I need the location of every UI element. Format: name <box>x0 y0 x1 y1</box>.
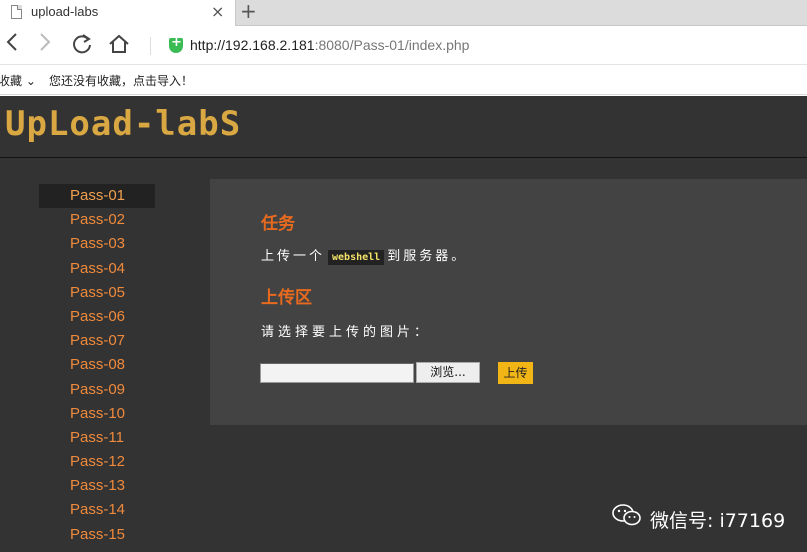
sidebar-item-pass-13[interactable]: Pass-13 <box>39 474 155 498</box>
back-icon[interactable] <box>5 31 19 59</box>
task-description: 上传一个 webshell 到服务器。 <box>261 245 467 265</box>
home-icon[interactable] <box>108 33 130 60</box>
task-text-after: 到服务器。 <box>387 249 468 264</box>
tab-close-icon[interactable]: × <box>211 2 224 21</box>
url-path: :8080/Pass-01/index.php <box>314 37 470 53</box>
site-header: UpLoad-labS <box>0 96 807 158</box>
sidebar-item-pass-15[interactable]: Pass-15 <box>39 523 155 547</box>
sidebar-item-pass-08[interactable]: Pass-08 <box>39 353 155 377</box>
sidebar-item-pass-06[interactable]: Pass-06 <box>39 305 155 329</box>
task-heading: 任务 <box>261 214 295 234</box>
bookmarks-menu[interactable]: 收藏 ⌄ <box>0 72 36 89</box>
upload-heading: 上传区 <box>261 288 312 308</box>
sidebar-item-pass-07[interactable]: Pass-07 <box>39 329 155 353</box>
tab-upload-labs[interactable]: upload-labs × <box>0 0 236 26</box>
sidebar-item-pass-10[interactable]: Pass-10 <box>39 402 155 426</box>
nav-divider <box>150 37 151 55</box>
forward-icon[interactable] <box>38 31 52 59</box>
page-content: UpLoad-labS Pass-01 Pass-02 Pass-03 Pass… <box>0 96 807 552</box>
url-host: http://192.168.2.181 <box>190 37 315 53</box>
sidebar-item-pass-12[interactable]: Pass-12 <box>39 450 155 474</box>
sidebar-item-pass-04[interactable]: Pass-04 <box>39 257 155 281</box>
sidebar: Pass-01 Pass-02 Pass-03 Pass-04 Pass-05 … <box>39 184 155 547</box>
browse-button[interactable]: 浏览... <box>416 362 480 383</box>
sidebar-item-pass-09[interactable]: Pass-09 <box>39 378 155 402</box>
file-path-field[interactable] <box>260 363 414 383</box>
address-bar[interactable]: http://192.168.2.181:8080/Pass-01/index.… <box>190 37 469 53</box>
sidebar-item-pass-01[interactable]: Pass-01 <box>39 184 155 209</box>
new-tab-icon[interactable]: + <box>240 0 257 23</box>
tab-bar: upload-labs × + <box>0 0 807 26</box>
bookmarks-import-hint[interactable]: 您还没有收藏，点击导入！ <box>49 72 193 89</box>
wechat-watermark: 微信号: i77169 <box>650 510 786 532</box>
bookmarks-label: 收藏 <box>0 74 23 88</box>
site-logo[interactable]: UpLoad-labS <box>5 104 241 144</box>
bookmarks-bar: 收藏 ⌄ 您还没有收藏，点击导入！ <box>0 66 807 95</box>
tab-title: upload-labs <box>31 4 99 19</box>
main-panel: 任务 上传一个 webshell 到服务器。 上传区 请选择要上传的图片： 浏览..… <box>210 179 807 425</box>
sidebar-item-pass-05[interactable]: Pass-05 <box>39 281 155 305</box>
upload-submit-button[interactable]: 上传 <box>498 362 533 384</box>
sidebar-item-pass-14[interactable]: Pass-14 <box>39 498 155 522</box>
refresh-icon[interactable] <box>71 33 93 60</box>
page-icon <box>11 5 22 19</box>
sidebar-item-pass-11[interactable]: Pass-11 <box>39 426 155 450</box>
sidebar-item-pass-02[interactable]: Pass-02 <box>39 208 155 232</box>
chevron-down-icon: ⌄ <box>25 74 36 88</box>
navigation-bar: http://192.168.2.181:8080/Pass-01/index.… <box>0 27 807 65</box>
code-snippet: webshell <box>328 250 385 265</box>
shield-icon <box>169 35 183 53</box>
wechat-icon <box>612 503 642 527</box>
sidebar-item-pass-03[interactable]: Pass-03 <box>39 232 155 256</box>
upload-prompt: 请选择要上传的图片： <box>261 325 432 340</box>
task-text-before: 上传一个 <box>261 249 326 264</box>
